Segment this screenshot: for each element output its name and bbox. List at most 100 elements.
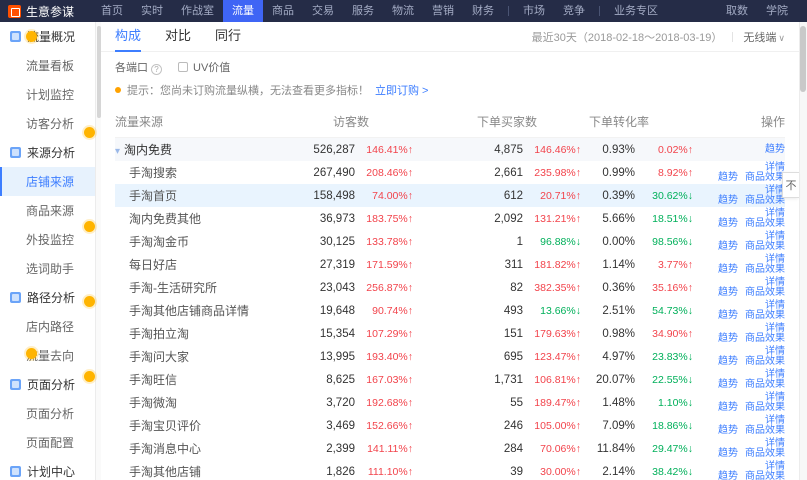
action-link[interactable]: 趋势 [718, 379, 738, 390]
action-link[interactable]: 趋势 [718, 172, 738, 183]
checkbox-icon[interactable] [178, 62, 188, 72]
sidebar-item-2[interactable]: 计划监控 [0, 80, 95, 109]
action-link[interactable]: 商品效果 [745, 402, 785, 413]
action-link[interactable]: 商品效果 [745, 333, 785, 344]
subscribe-link[interactable]: 立即订购 > [375, 82, 428, 98]
table-row[interactable]: 手淘其他店铺1,826111.10%↑3930.00%↑2.14%38.42%↓… [115, 460, 785, 480]
nav-item-2[interactable]: 作战室 [172, 0, 223, 22]
port-filter[interactable]: 各端口? [115, 59, 162, 75]
help-icon[interactable]: ? [151, 64, 162, 75]
action-link[interactable]: 商品效果 [745, 195, 785, 206]
sidebar-item-3[interactable]: 访客分析 [0, 109, 95, 138]
action-link[interactable]: 商品效果 [745, 287, 785, 298]
table-row[interactable]: 手淘问大家13,995193.40%↑695123.47%↑4.97%23.83… [115, 345, 785, 368]
action-link[interactable]: 趋势 [718, 356, 738, 367]
action-link[interactable]: 详情 [765, 254, 785, 265]
table-row[interactable]: 淘内免费其他36,973183.75%↑2,092131.21%↑5.66%18… [115, 207, 785, 230]
action-link[interactable]: 趋势 [765, 144, 785, 155]
app-logo[interactable]: 生意参谋 [0, 3, 92, 20]
action-link[interactable]: 趋势 [718, 333, 738, 344]
action-link[interactable]: 商品效果 [745, 218, 785, 229]
main-scrollbar[interactable] [799, 22, 807, 480]
expand-caret-icon[interactable]: ▾ [115, 146, 120, 157]
feedback-tab[interactable]: 不 [782, 172, 799, 198]
sidebar-item-11[interactable]: 流量去向 [0, 341, 95, 370]
sidebar-item-12[interactable]: 页面分析 [0, 370, 95, 399]
sidebar-item-9[interactable]: 路径分析 [0, 283, 95, 312]
nav-item-15[interactable]: 取数 [717, 0, 757, 22]
action-link[interactable]: 趋势 [718, 402, 738, 413]
date-range-label[interactable]: 最近30天（2018-02-18～2018-03-19） [532, 29, 723, 45]
tab-2[interactable]: 同行 [215, 22, 241, 52]
action-link[interactable]: 详情 [765, 323, 785, 334]
action-link[interactable]: 商品效果 [745, 356, 785, 367]
action-link[interactable]: 详情 [765, 415, 785, 426]
action-link[interactable]: 趋势 [718, 241, 738, 252]
action-link[interactable]: 详情 [765, 438, 785, 449]
nav-item-3[interactable]: 流量 [223, 0, 263, 22]
table-row[interactable]: ▾淘内免费526,287146.41%↑4,875146.46%↑0.93%0.… [115, 138, 785, 161]
action-link[interactable]: 商品效果 [745, 241, 785, 252]
nav-item-11[interactable]: 市场 [514, 0, 554, 22]
sidebar-item-8[interactable]: 选词助手 [0, 254, 95, 283]
sidebar-item-13[interactable]: 页面分析 [0, 399, 95, 428]
nav-item-6[interactable]: 服务 [343, 0, 383, 22]
nav-item-7[interactable]: 物流 [383, 0, 423, 22]
sidebar-item-14[interactable]: 页面配置 [0, 428, 95, 457]
action-link[interactable]: 商品效果 [745, 310, 785, 321]
table-row[interactable]: 手淘消息中心2,399141.11%↑28470.06%↑11.84%29.47… [115, 437, 785, 460]
table-row[interactable]: 手淘淘金币30,125133.78%↑196.88%↓0.00%98.56%↓详… [115, 230, 785, 253]
nav-item-4[interactable]: 商品 [263, 0, 303, 22]
table-row[interactable]: 手淘微淘3,720192.68%↑55189.47%↑1.48%1.10%↓详情… [115, 391, 785, 414]
table-row[interactable]: 手淘首页158,49874.00%↑61220.71%↑0.39%30.62%↓… [115, 184, 785, 207]
action-link[interactable]: 商品效果 [745, 448, 785, 459]
table-row[interactable]: 每日好店27,319171.59%↑311181.82%↑1.14%3.77%↑… [115, 253, 785, 276]
action-link[interactable]: 详情 [765, 208, 785, 219]
action-link[interactable]: 趋势 [718, 195, 738, 206]
sidebar-scrollbar-thumb[interactable] [97, 26, 101, 118]
table-row[interactable]: 手淘宝贝评价3,469152.66%↑246105.00%↑7.09%18.86… [115, 414, 785, 437]
action-link[interactable]: 趋势 [718, 218, 738, 229]
table-row[interactable]: 手淘其他店铺商品详情19,64890.74%↑49313.66%↓2.51%54… [115, 299, 785, 322]
action-link[interactable]: 详情 [765, 231, 785, 242]
table-row[interactable]: 手淘-生活研究所23,043256.87%↑82382.35%↑0.36%35.… [115, 276, 785, 299]
action-link[interactable]: 商品效果 [745, 425, 785, 436]
action-link[interactable]: 趋势 [718, 264, 738, 275]
table-row[interactable]: 手淘旺信8,625167.03%↑1,731106.81%↑20.07%22.5… [115, 368, 785, 391]
sidebar-item-1[interactable]: 流量看板 [0, 51, 95, 80]
sidebar-item-15[interactable]: 计划中心 [0, 457, 95, 480]
nav-item-9[interactable]: 财务 [463, 0, 503, 22]
tab-1[interactable]: 对比 [165, 22, 191, 52]
nav-item-0[interactable]: 首页 [92, 0, 132, 22]
action-link[interactable]: 详情 [765, 162, 785, 173]
terminal-select[interactable]: 无线端∨ [743, 29, 785, 45]
action-link[interactable]: 商品效果 [745, 264, 785, 275]
nav-item-5[interactable]: 交易 [303, 0, 343, 22]
action-link[interactable]: 趋势 [718, 287, 738, 298]
action-link[interactable]: 详情 [765, 392, 785, 403]
tab-0[interactable]: 构成 [115, 22, 141, 52]
action-link[interactable]: 商品效果 [745, 172, 785, 183]
nav-item-14[interactable]: 业务专区 [605, 0, 667, 22]
action-link[interactable]: 趋势 [718, 425, 738, 436]
sidebar-scrollbar[interactable] [96, 22, 101, 480]
main-scrollbar-thumb[interactable] [800, 26, 806, 92]
action-link[interactable]: 详情 [765, 461, 785, 472]
action-link[interactable]: 趋势 [718, 471, 738, 480]
uv-value-checkbox[interactable]: UV价值 [178, 59, 230, 75]
action-link[interactable]: 商品效果 [745, 471, 785, 480]
action-link[interactable]: 趋势 [718, 310, 738, 321]
action-link[interactable]: 详情 [765, 369, 785, 380]
table-row[interactable]: 手淘搜索267,490208.46%↑2,661235.98%↑0.99%8.9… [115, 161, 785, 184]
nav-item-8[interactable]: 营销 [423, 0, 463, 22]
nav-item-16[interactable]: 学院 [757, 0, 797, 22]
action-link[interactable]: 商品效果 [745, 379, 785, 390]
sidebar-item-7[interactable]: 外投监控 [0, 225, 95, 254]
nav-item-1[interactable]: 实时 [132, 0, 172, 22]
action-link[interactable]: 详情 [765, 346, 785, 357]
nav-item-12[interactable]: 竞争 [554, 0, 594, 22]
sidebar-item-0[interactable]: 流量概况 [0, 22, 95, 51]
sidebar-item-4[interactable]: 来源分析 [0, 138, 95, 167]
sidebar-item-5[interactable]: 店铺来源 [0, 167, 95, 196]
action-link[interactable]: 详情 [765, 277, 785, 288]
